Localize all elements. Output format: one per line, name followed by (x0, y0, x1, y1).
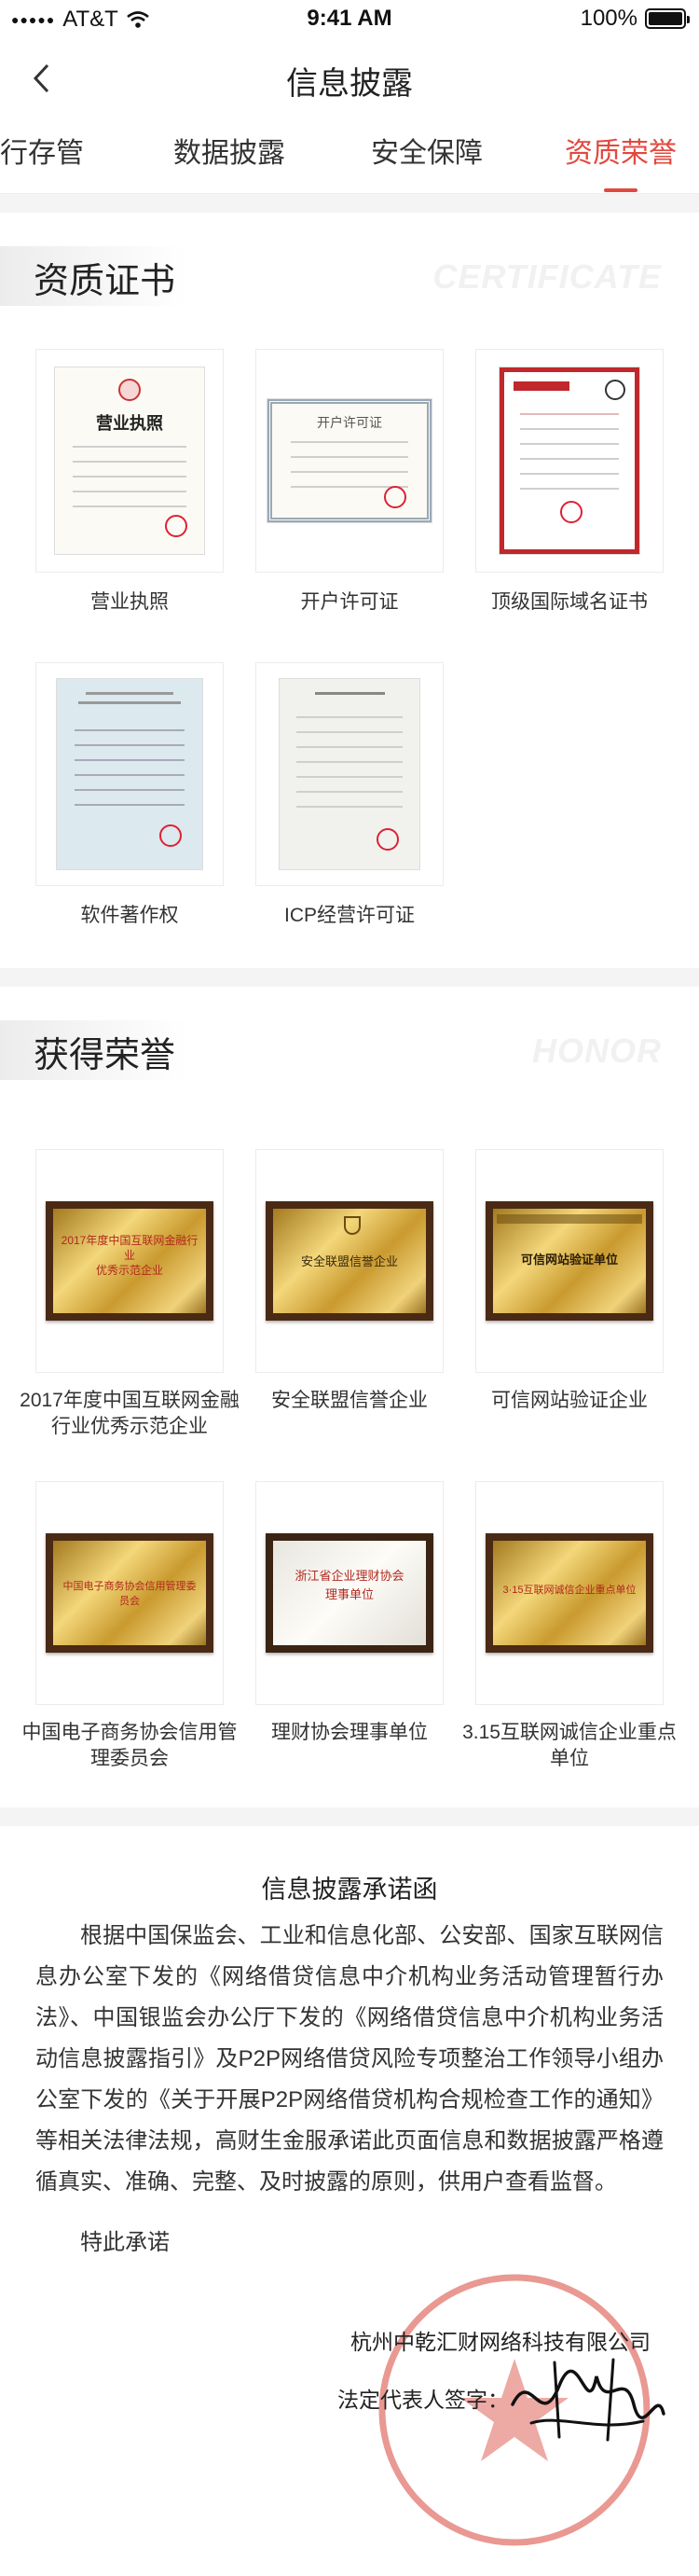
page-title: 信息披露 (286, 66, 413, 102)
plaque-text: 可信网站验证单位 (520, 1253, 618, 1267)
certificate-card[interactable]: 开户许可证 (255, 349, 444, 573)
shield-check-icon (344, 1216, 361, 1235)
certificate-card[interactable] (255, 662, 444, 886)
tab-security[interactable]: 安全保障 (371, 119, 483, 194)
certificate-card[interactable] (475, 349, 664, 573)
certificate-card[interactable]: 营业执照 (35, 349, 224, 573)
plaque-face: 浙江省企业理财协会 理事单位 (273, 1541, 426, 1645)
tab-label: 安全保障 (371, 138, 483, 169)
tab-label: 资质荣誉 (565, 138, 677, 169)
certificate-label: 顶级国际域名证书 (491, 591, 648, 613)
account-permit-image: 开户许可证 (267, 399, 432, 522)
doc-title: 营业执照 (96, 414, 163, 433)
tab-label: 行存管 (0, 138, 84, 169)
plaque-text: 2017年度中国互联网金融行业 优秀示范企业 (61, 1234, 199, 1277)
tab-data-disclosure[interactable]: 数据披露 (173, 119, 285, 194)
honor-card[interactable]: 可信网站验证单位 (475, 1149, 664, 1373)
honor-card[interactable]: 浙江省企业理财协会 理事单位 (255, 1481, 444, 1705)
pledge-body: 根据中国保监会、工业和信息化部、公安部、国家互联网信息办公室下发的《网络借贷信息… (35, 1923, 664, 2195)
section-title: 资质证书 (34, 262, 176, 301)
tab-bar: 行存管 数据披露 安全保障 资质荣誉 (0, 119, 699, 194)
honor-label: 可信网站验证企业 (491, 1390, 648, 1411)
plaque-face: 安全联盟信誉企业 (273, 1209, 426, 1313)
certificate-label: 营业执照 (90, 591, 169, 613)
plaque-text: 安全联盟信誉企业 (300, 1254, 398, 1268)
section-watermark: CERTIFICATE (432, 257, 662, 296)
honor-label: 2017年度中国互联网金融行业优秀示范企业 (20, 1390, 240, 1437)
plaque-face: 3·15互联网诚信企业重点单位 (493, 1541, 646, 1645)
plaque-text: 中国电子商务协会信用管理委员会 (62, 1581, 197, 1607)
section-title: 获得荣誉 (34, 1036, 176, 1075)
award-plaque-image: 浙江省企业理财协会 理事单位 (266, 1533, 433, 1653)
honor-card[interactable]: 中国电子商务协会信用管理委员会 (35, 1481, 224, 1705)
nav-bar: 信息披露 (0, 37, 699, 119)
honor-label: 理财协会理事单位 (271, 1722, 428, 1743)
signature-icon (511, 2358, 665, 2442)
section-header: 资质证书 CERTIFICATE (0, 246, 699, 306)
red-seal-icon (377, 828, 399, 851)
section-header: 获得荣誉 HONOR (0, 1020, 699, 1080)
legal-rep-label: 法定代表人签字： (337, 2388, 509, 2412)
red-seal-icon (560, 501, 582, 523)
disclosure-pledge: 信息披露承诺函 根据中国保监会、工业和信息化部、公安部、国家互联网信息办公室下发… (0, 1826, 699, 2576)
honor-label: 3.15互联网诚信企业重点单位 (462, 1722, 677, 1769)
certificates-section: 资质证书 CERTIFICATE 营业执照 营业执照 开户许可证 开户许可证 顶… (0, 213, 699, 968)
software-copyright-image (57, 679, 202, 869)
business-license-image: 营业执照 (55, 367, 204, 554)
icann-logo-icon (605, 380, 625, 400)
plaque-face: 2017年度中国互联网金融行业 优秀示范企业 (53, 1209, 206, 1313)
domain-certificate-image (500, 367, 639, 554)
battery-percent: 100% (580, 6, 637, 31)
honors-section: 获得荣誉 HONOR 2017年度中国互联网金融行业 优秀示范企业 2017年度… (0, 987, 699, 1807)
tab-custody[interactable]: 行存管 (0, 119, 84, 194)
red-seal-icon (384, 486, 406, 508)
award-plaque-image: 3·15互联网诚信企业重点单位 (486, 1533, 653, 1653)
section-watermark: HONOR (532, 1032, 662, 1070)
battery-icon (645, 8, 690, 29)
battery-info: 100% (580, 6, 690, 32)
honor-card[interactable]: 3·15互联网诚信企业重点单位 (475, 1481, 664, 1705)
doc-header-band (514, 381, 569, 391)
doc-heading-line (86, 692, 173, 695)
certificate-label: 开户许可证 (300, 591, 399, 613)
honor-label: 中国电子商务协会信用管理委员会 (21, 1722, 238, 1769)
honor-card[interactable]: 2017年度中国互联网金融行业 优秀示范企业 (35, 1149, 224, 1373)
icp-license-image (280, 679, 419, 869)
battery-level (649, 12, 682, 25)
emblem-icon (118, 379, 141, 401)
pledge-title: 信息披露承诺函 (261, 1876, 438, 1904)
doc-heading-line (78, 701, 181, 704)
doc-title: 开户许可证 (317, 415, 382, 430)
plaque-text: 3·15互联网诚信企业重点单位 (502, 1585, 637, 1596)
tab-qualifications[interactable]: 资质荣誉 (565, 119, 677, 194)
tab-label: 数据披露 (173, 138, 285, 169)
doc-heading-line (314, 692, 385, 695)
plaque-text: 浙江省企业理财协会 理事单位 (295, 1569, 404, 1601)
honor-label: 安全联盟信誉企业 (271, 1390, 428, 1411)
honor-card[interactable]: 安全联盟信誉企业 (255, 1149, 444, 1373)
red-seal-icon (165, 515, 187, 537)
status-bar: ●●●●● AT&T 9:41 AM 100% (0, 0, 699, 37)
award-plaque-image: 安全联盟信誉企业 (266, 1201, 433, 1321)
certificate-label: 软件著作权 (80, 905, 179, 926)
pledge-closing: 特此承诺 (80, 2230, 170, 2255)
award-plaque-image: 中国电子商务协会信用管理委员会 (46, 1533, 213, 1653)
plaque-face: 可信网站验证单位 (493, 1209, 646, 1313)
award-plaque-image: 可信网站验证单位 (486, 1201, 653, 1321)
certificate-card[interactable] (35, 662, 224, 886)
certificate-label: ICP经营许可证 (283, 905, 415, 926)
plaque-header-band (497, 1214, 642, 1224)
award-plaque-image: 2017年度中国互联网金融行业 优秀示范企业 (46, 1201, 213, 1321)
active-tab-indicator (604, 188, 637, 192)
plaque-face: 中国电子商务协会信用管理委员会 (53, 1541, 206, 1645)
red-seal-icon (159, 824, 182, 847)
